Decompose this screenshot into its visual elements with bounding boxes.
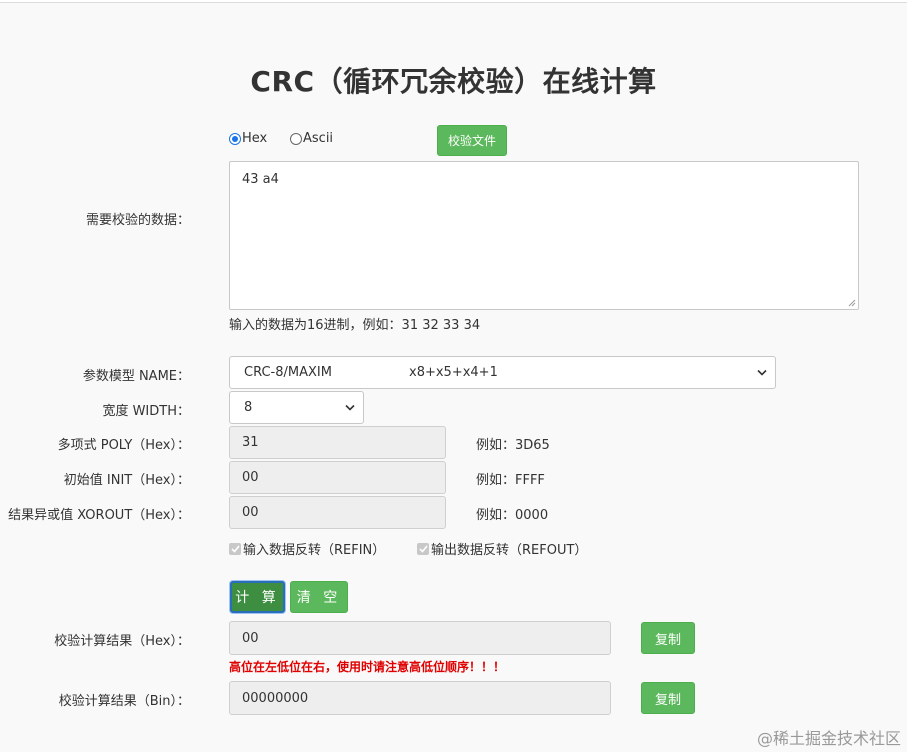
- result-hex-value: 00: [242, 630, 259, 646]
- radio-hex-icon[interactable]: [229, 132, 241, 145]
- radio-hex-label: Hex: [242, 131, 268, 146]
- width-label: 宽度 WIDTH：: [102, 404, 190, 419]
- copy-hex-button[interactable]: 复制: [641, 622, 695, 654]
- chevron-down-icon: [757, 369, 767, 376]
- radio-ascii-icon[interactable]: [290, 132, 302, 145]
- xorout-input[interactable]: 00: [229, 496, 446, 529]
- radio-ascii-label: Ascii: [303, 131, 334, 146]
- radio-hex[interactable]: Hex: [229, 131, 267, 146]
- clear-button[interactable]: 清 空: [290, 581, 348, 613]
- poly-example: 例如：3D65: [476, 438, 550, 453]
- chevron-down-icon: [345, 404, 355, 411]
- data-input-label: 需要校验的数据：: [85, 213, 190, 228]
- calculate-button[interactable]: 计 算: [230, 581, 285, 613]
- model-select[interactable]: CRC-8/MAXIM x8+x5+x4+1: [229, 356, 776, 389]
- data-input-hint: 输入的数据为16进制，例如：31 32 33 34: [229, 318, 481, 333]
- model-poly: x8+x5+x4+1: [409, 365, 498, 380]
- init-value: 00: [242, 470, 259, 485]
- poly-label: 多项式 POLY（Hex）：: [57, 438, 190, 453]
- xorout-value: 00: [242, 505, 259, 520]
- result-hex-output[interactable]: 00: [229, 621, 611, 655]
- width-value: 8: [244, 400, 253, 415]
- refout-checkbox[interactable]: 输出数据反转（REFOUT）: [417, 539, 587, 558]
- order-warning: 高位在左低位在右，使用时请注意高低位顺序！！！: [229, 660, 506, 674]
- top-border: [0, 0, 907, 3]
- data-input-textarea[interactable]: 43 a4: [229, 161, 859, 310]
- width-select[interactable]: 8: [229, 391, 364, 424]
- init-label: 初始值 INIT（Hex）：: [63, 473, 190, 488]
- xorout-example: 例如：0000: [476, 508, 549, 523]
- page-title: CRC（循环冗余校验）在线计算: [250, 65, 657, 98]
- model-name: CRC-8/MAXIM: [244, 365, 332, 380]
- poly-value: 31: [242, 435, 259, 450]
- result-hex-label: 校验计算结果（Hex）：: [54, 634, 190, 649]
- watermark: @稀土掘金技术社区: [756, 729, 901, 748]
- resize-handle-icon[interactable]: [848, 299, 856, 307]
- poly-input[interactable]: 31: [229, 426, 446, 459]
- checkmark-icon[interactable]: [229, 542, 241, 555]
- refout-label: 输出数据反转（REFOUT）: [431, 543, 588, 558]
- refin-label: 输入数据反转（REFIN）: [243, 543, 386, 558]
- xorout-label: 结果异或值 XOROUT（Hex）：: [8, 508, 190, 523]
- result-bin-value: 00000000: [242, 690, 309, 706]
- verify-file-button[interactable]: 校验文件: [437, 125, 507, 156]
- init-example: 例如：FFFF: [476, 473, 545, 488]
- model-label: 参数模型 NAME：: [82, 369, 190, 384]
- data-input-value: 43 a4: [242, 172, 279, 187]
- refin-checkbox[interactable]: 输入数据反转（REFIN）: [229, 539, 385, 558]
- result-bin-label: 校验计算结果（Bin）：: [58, 694, 190, 709]
- radio-ascii[interactable]: Ascii: [290, 131, 333, 146]
- copy-bin-button[interactable]: 复制: [641, 682, 695, 714]
- init-input[interactable]: 00: [229, 461, 446, 494]
- checkmark-icon[interactable]: [417, 542, 429, 555]
- result-bin-output[interactable]: 00000000: [229, 681, 611, 715]
